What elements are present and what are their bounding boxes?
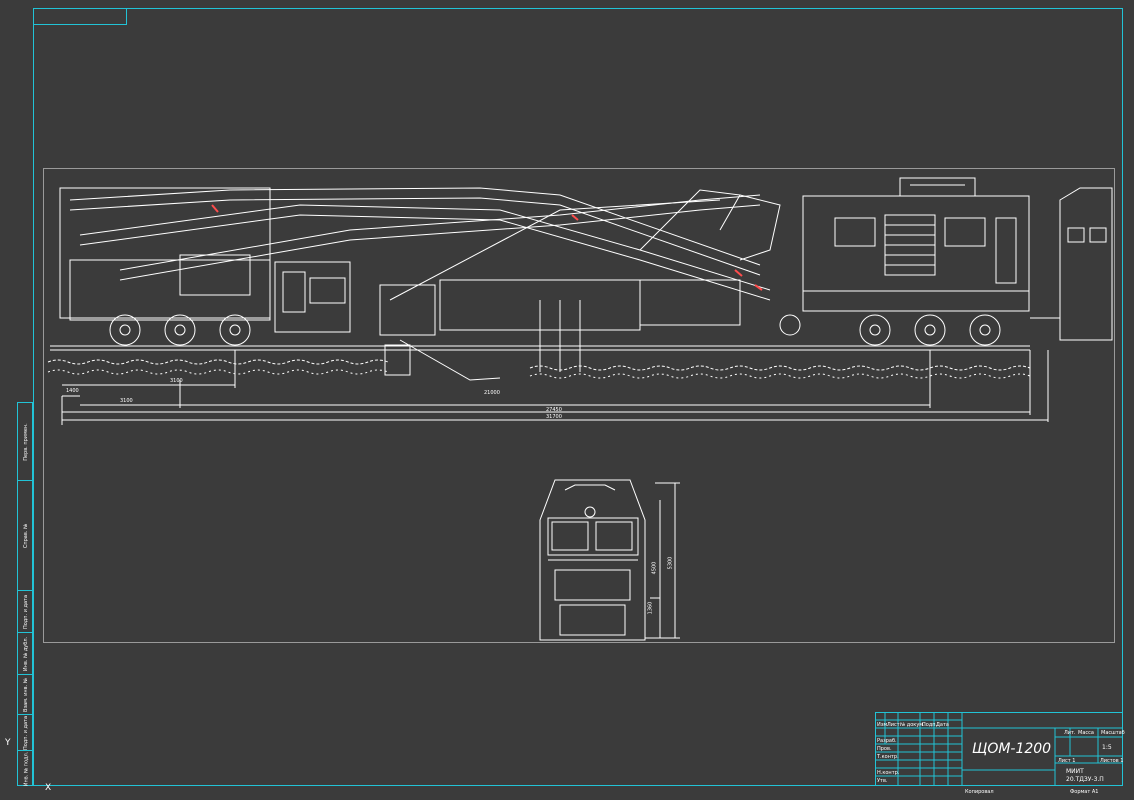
dim-label-2: 3100 xyxy=(120,398,133,404)
wheel xyxy=(914,314,946,346)
col-mass: Масса xyxy=(1078,730,1094,736)
organization: МИИТ xyxy=(1066,768,1084,775)
copied-label: Копировал xyxy=(965,789,994,795)
dim-label-5: 27450 xyxy=(546,407,562,413)
sheet-number: Лист 1 xyxy=(1058,758,1076,764)
next-unit xyxy=(1059,187,1113,341)
front-window-left xyxy=(551,521,589,551)
right-wagon-body xyxy=(802,195,1030,292)
tb-row-nkontr: Н.контр. xyxy=(877,770,900,776)
conveyor-upper xyxy=(69,187,761,266)
dim-label-3: 3100 xyxy=(170,378,183,384)
ballast-left xyxy=(47,359,389,365)
drawing-title: ЩОМ-1200 xyxy=(972,741,1052,757)
col-scale: Масштаб xyxy=(1101,730,1125,736)
window xyxy=(834,217,876,247)
scale-value: 1:5 xyxy=(1102,744,1112,751)
sheets-count: Листов 1 xyxy=(1100,758,1124,764)
tb-row-tkontr: Т.контр. xyxy=(877,754,899,760)
format-label: Формат А1 xyxy=(1070,789,1099,795)
tb-row-razrab: Разраб. xyxy=(877,738,897,744)
axis-x-label: X xyxy=(45,783,52,793)
front-window-right xyxy=(595,521,633,551)
left-machine-body xyxy=(59,187,271,319)
sheet-code: 20.ТДЗУ-3.П xyxy=(1066,776,1104,783)
tb-row-list: Лист xyxy=(887,722,900,728)
accent-mark xyxy=(211,204,219,213)
tb-row-doc: № докум. xyxy=(900,722,925,728)
wheel xyxy=(969,314,1001,346)
dim-label-1: 1400 xyxy=(66,388,79,394)
col-lit: Лит. xyxy=(1064,730,1076,736)
tb-row-date: Дата xyxy=(936,722,949,728)
door xyxy=(995,217,1017,284)
dim-label-h2: 4500 xyxy=(651,561,658,575)
tb-row-prov: Пров. xyxy=(877,746,892,752)
window xyxy=(944,217,986,247)
conveyor-cross xyxy=(119,194,761,271)
dim-label-h1: 1360 xyxy=(647,601,654,615)
technical-drawing xyxy=(47,177,1123,786)
axis-y-label: Y xyxy=(5,738,11,748)
wheel xyxy=(859,314,891,346)
tb-row-sign: Подп. xyxy=(922,722,938,728)
front-view-window-frame xyxy=(547,517,639,556)
dim-label-6: 31700 xyxy=(546,414,562,420)
ballast-right xyxy=(529,365,1031,371)
dim-label-h3: 5300 xyxy=(667,556,674,570)
tb-row-utv: Утв. xyxy=(877,778,888,784)
dim-label-4: 21000 xyxy=(484,390,500,396)
